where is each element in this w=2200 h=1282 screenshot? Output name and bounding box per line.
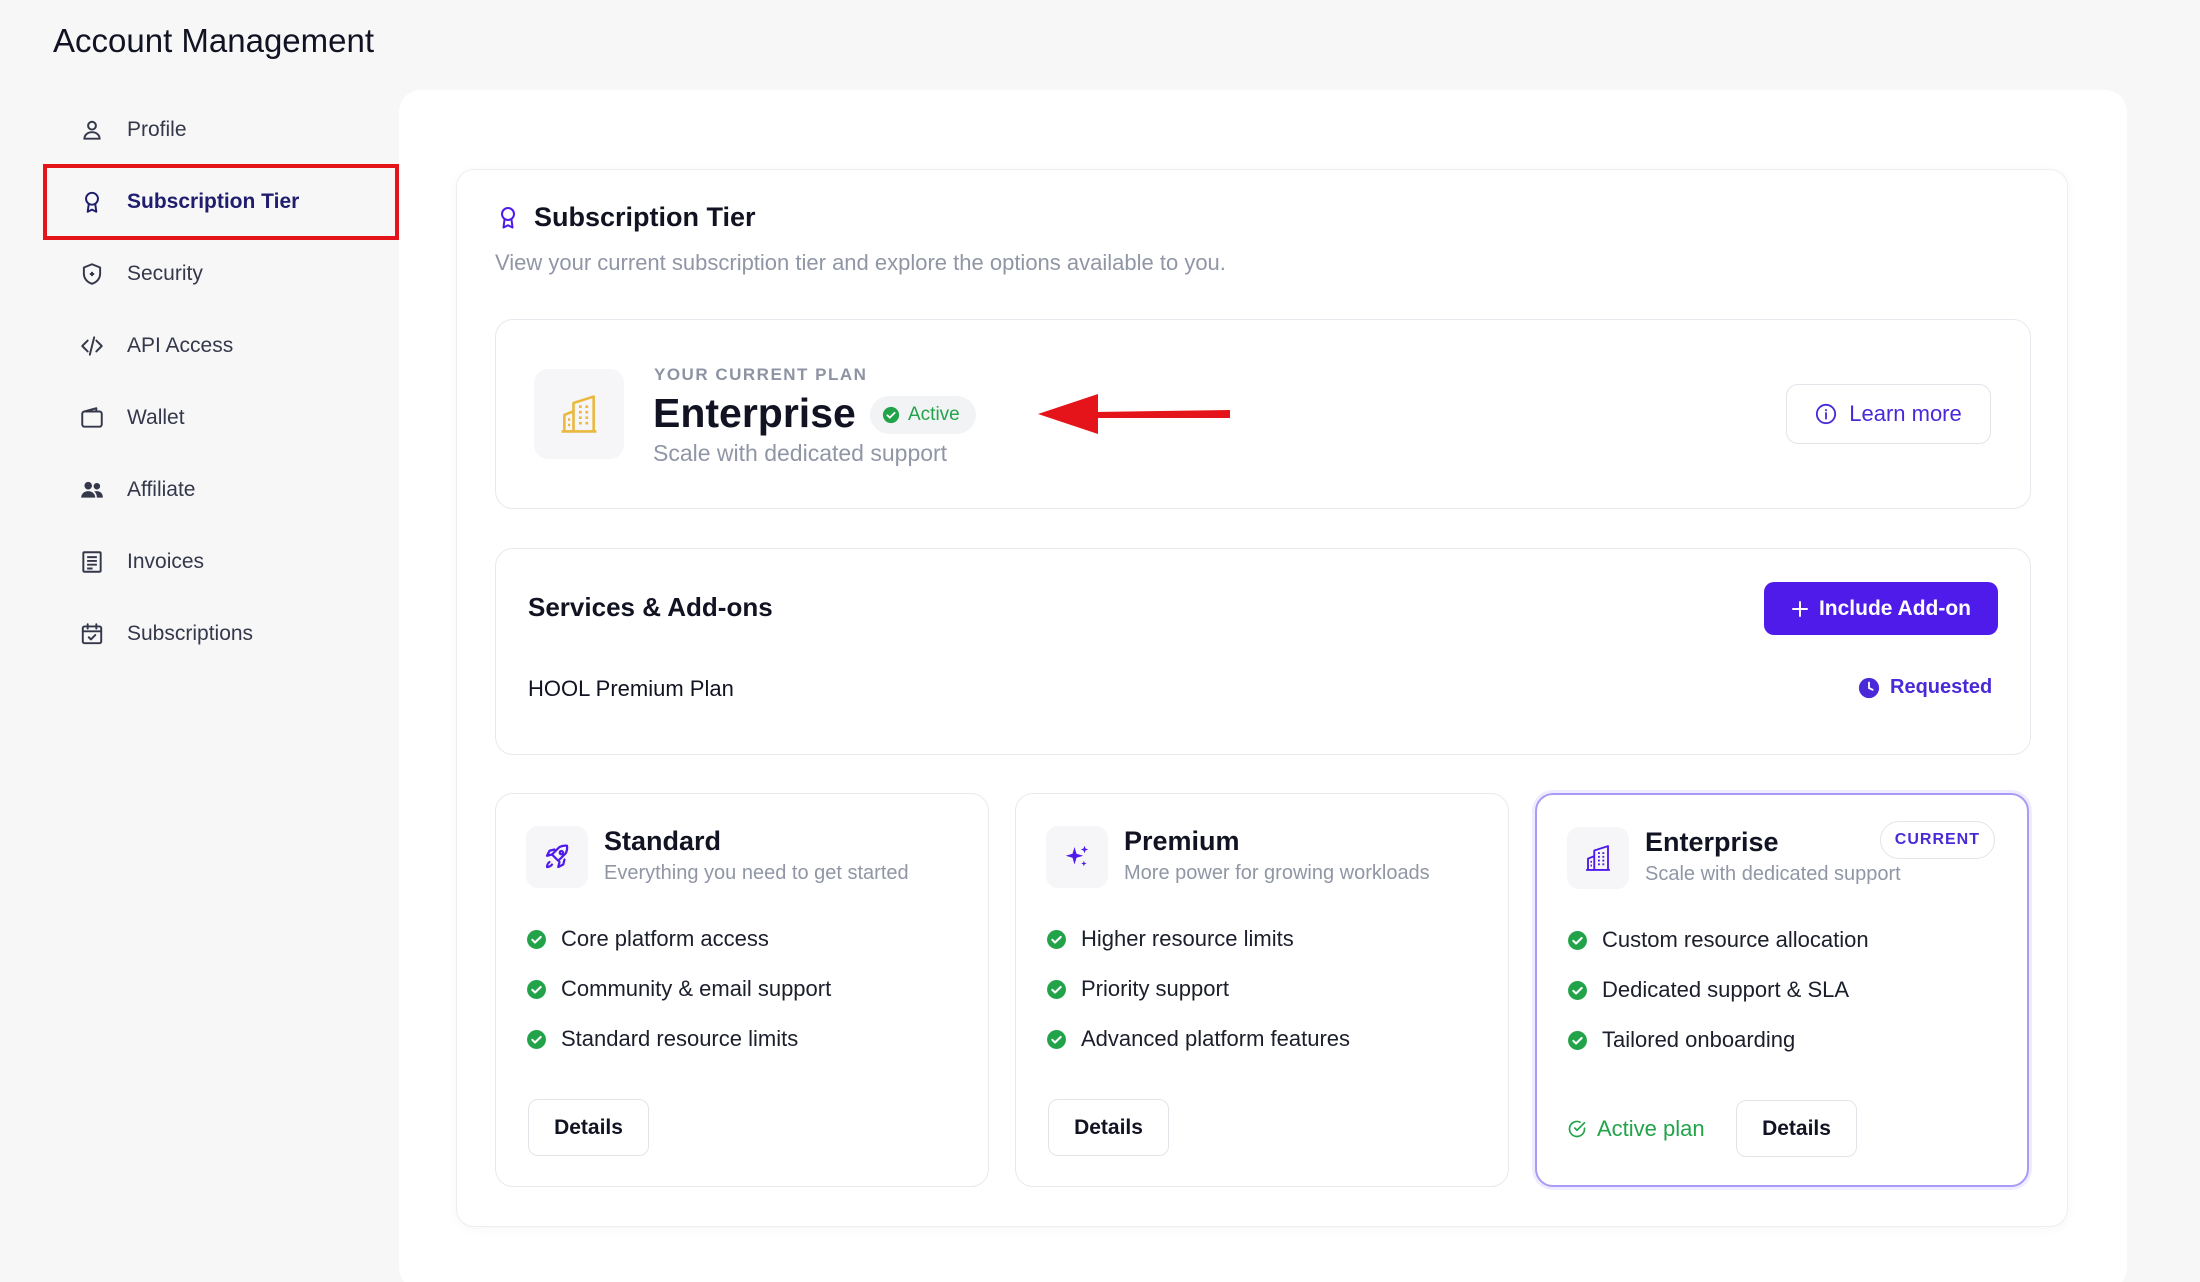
tier-feature: Tailored onboarding [1567, 1015, 1869, 1065]
learn-more-button[interactable]: Learn more [1786, 384, 1991, 444]
tier-card-premium: Premium More power for growing workloads… [1015, 793, 1509, 1187]
include-addon-button[interactable]: Include Add-on [1764, 582, 1998, 635]
tier-icon [1567, 827, 1629, 889]
tier-feature: Core platform access [526, 914, 831, 964]
sidebar-item-subscriptions[interactable]: Subscriptions [45, 598, 397, 670]
annotation-arrow-icon [1038, 394, 1230, 434]
clock-icon [1858, 677, 1880, 698]
check-circle-outline-icon [1568, 1120, 1586, 1137]
sidebar-item-label: Security [127, 262, 203, 285]
tier-name: Standard [604, 826, 722, 856]
tier-feature: Community & email support [526, 964, 831, 1014]
details-button[interactable]: Details [1736, 1100, 1857, 1157]
check-circle-icon [527, 1029, 546, 1049]
current-badge: CURRENT [1879, 821, 1995, 859]
sidebar-item-api-access[interactable]: API Access [45, 310, 397, 382]
plan-icon [534, 369, 624, 459]
tier-feature: Advanced platform features [1046, 1014, 1350, 1064]
user-icon [83, 120, 101, 140]
sparkles-icon [1065, 845, 1089, 867]
section-title: Subscription Tier [496, 202, 756, 233]
check-circle-icon [882, 406, 900, 424]
services-title: Services & Add-ons [528, 592, 773, 622]
page-title: Account Management [53, 22, 375, 59]
check-circle-icon [1047, 979, 1066, 999]
plan-name: Enterprise [653, 390, 856, 436]
status-badge: Active [870, 396, 976, 434]
active-plan-indicator: Active plan [1567, 1100, 1705, 1157]
service-item-name: HOOL Premium Plan [528, 676, 734, 701]
sidebar-item-label: Profile [127, 118, 187, 141]
sidebar-item-security[interactable]: Security [45, 238, 397, 310]
check-circle-icon [527, 979, 546, 999]
calendar-check-icon [81, 623, 103, 645]
details-button[interactable]: Details [1048, 1099, 1169, 1156]
tier-feature-list: Higher resource limits Priority support … [1046, 914, 1350, 1064]
sidebar-item-label: Wallet [127, 406, 185, 429]
tier-card-standard: Standard Everything you need to get star… [495, 793, 989, 1187]
sidebar-item-wallet[interactable]: Wallet [45, 382, 397, 454]
tier-feature: Higher resource limits [1046, 914, 1350, 964]
sidebar-item-affiliate[interactable]: Affiliate [45, 454, 397, 526]
users-icon [81, 481, 103, 498]
tier-feature: Priority support [1046, 964, 1350, 1014]
check-circle-icon [1568, 980, 1587, 1000]
sidebar-item-label: Subscription Tier [127, 190, 300, 213]
sidebar-item-label: Invoices [127, 550, 205, 573]
tier-feature: Custom resource allocation [1567, 915, 1869, 965]
tier-icon [526, 826, 588, 888]
building-icon [1586, 845, 1610, 871]
shield-icon [82, 263, 102, 285]
tier-name: Enterprise [1645, 827, 1779, 857]
tier-feature-list: Custom resource allocation Dedicated sup… [1567, 915, 1869, 1065]
tier-feature-list: Core platform access Community & email s… [526, 914, 831, 1064]
details-button[interactable]: Details [528, 1099, 649, 1156]
sidebar-item-label: API Access [127, 334, 234, 357]
sidebar-item-label: Affiliate [127, 478, 196, 501]
check-circle-icon [1047, 929, 1066, 949]
check-circle-icon [1047, 1029, 1066, 1049]
check-circle-icon [527, 929, 546, 949]
tier-feature: Dedicated support & SLA [1567, 965, 1869, 1015]
check-circle-icon [1568, 1030, 1587, 1050]
services-box [495, 548, 2031, 755]
building-icon [561, 395, 597, 433]
sidebar-item-label: Subscriptions [127, 622, 254, 645]
sidebar-item-subscription-tier[interactable]: Subscription Tier [43, 164, 399, 240]
plus-icon [1791, 600, 1808, 617]
tier-card-enterprise: Enterprise CURRENT Scale with dedicated … [1535, 793, 2029, 1187]
tier-icon [1046, 826, 1108, 888]
tier-name: Premium [1124, 826, 1240, 856]
info-icon [1816, 403, 1837, 425]
section-subtitle: View your current subscription tier and … [495, 250, 1226, 275]
award-icon [85, 191, 99, 213]
service-status: Requested [1858, 676, 1992, 699]
plan-description: Scale with dedicated support [653, 440, 948, 466]
award-icon [501, 206, 515, 228]
check-circle-icon [1568, 930, 1587, 950]
tier-description: More power for growing workloads [1124, 862, 1430, 884]
plan-eyebrow: YOUR CURRENT PLAN [654, 365, 868, 384]
code-icon [81, 336, 103, 356]
tier-description: Scale with dedicated support [1645, 863, 1901, 885]
sidebar-item-profile[interactable]: Profile [45, 94, 397, 166]
wallet-icon [81, 407, 103, 428]
tier-feature: Standard resource limits [526, 1014, 831, 1064]
sidebar-item-invoices[interactable]: Invoices [45, 526, 397, 598]
tier-description: Everything you need to get started [604, 862, 909, 884]
receipt-icon [82, 551, 102, 573]
rocket-icon [545, 844, 569, 869]
sidebar: Profile Subscription Tier Security API A… [43, 94, 399, 670]
